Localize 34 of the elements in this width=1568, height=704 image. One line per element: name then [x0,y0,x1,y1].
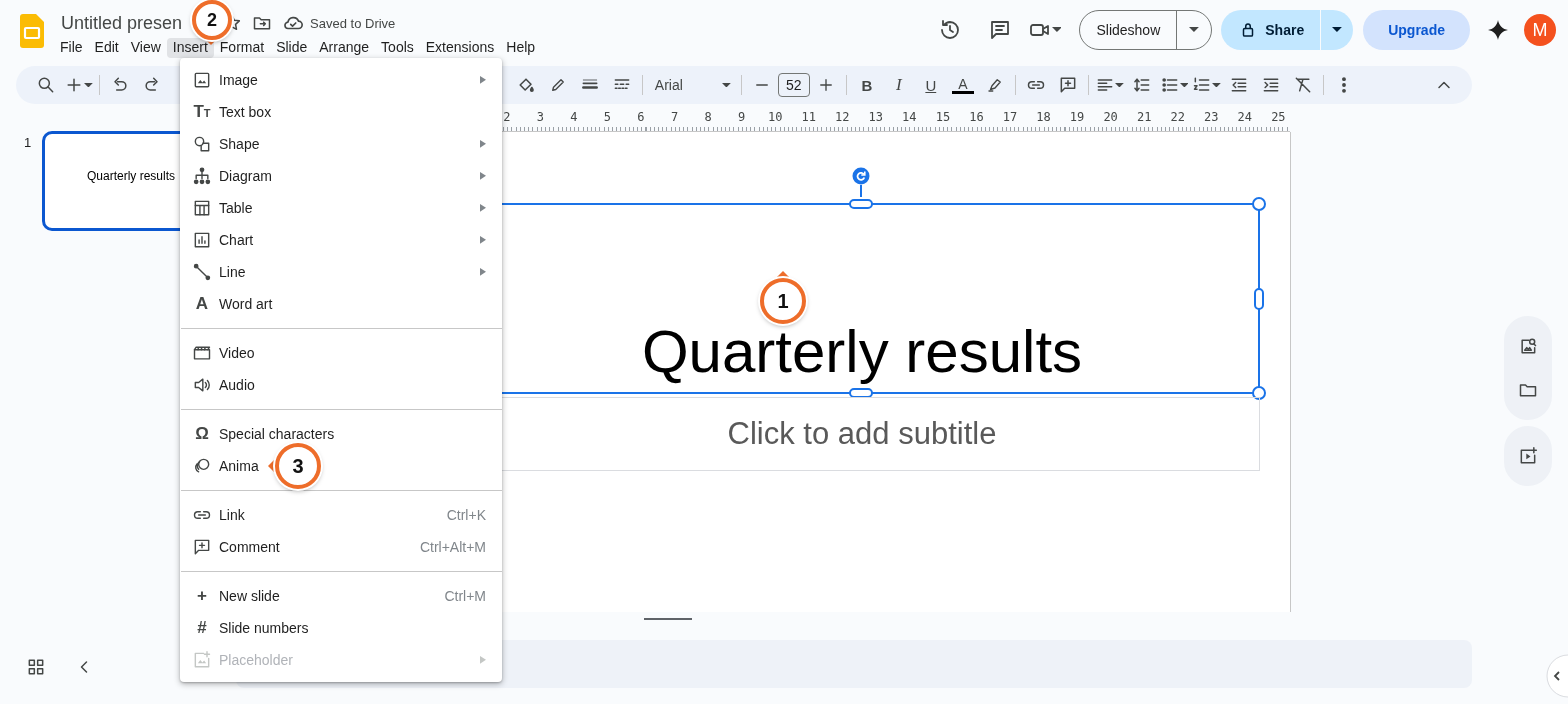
save-status: Saved to Drive [310,15,396,31]
ruler-number: 21 [1135,110,1153,124]
glyph-icon: A [195,294,209,314]
ruler-number: 9 [737,110,747,124]
ruler-number: 22 [1169,110,1186,124]
ruler-number: 11 [800,110,817,124]
shortcut-text: Ctrl+M [444,588,486,604]
ruler-number: 4 [569,110,579,124]
ruler-number: 5 [602,110,613,124]
ruler-number: 6 [636,110,646,124]
ruler-number: 13 [867,110,884,124]
ruler-number: 12 [834,110,851,124]
shortcut-text: Ctrl+Alt+M [419,539,486,555]
glyph-icon: + [197,586,207,606]
slide-number: 1 [24,135,33,150]
glyph-icon: # [197,618,207,638]
ruler-number: 18 [1035,110,1052,124]
glyph-icon: Ω [195,424,209,444]
ruler-number: 7 [669,110,680,124]
ruler-number: 17 [1001,110,1019,124]
ruler-number: 20 [1102,110,1119,124]
ruler-number: 23 [1203,110,1220,124]
ruler-number: 14 [901,110,918,124]
ruler-number: 24 [1236,110,1254,124]
ruler-number: 19 [1068,110,1086,124]
ruler-number: 16 [968,110,985,124]
ruler-number: 25 [1270,110,1287,124]
thumbnail-title: Quarterly results [87,169,175,183]
ruler-number: 3 [535,110,545,124]
ruler-number: 8 [703,110,713,124]
ruler-number: 15 [934,110,952,124]
ruler-number: 10 [766,110,784,124]
shortcut-text: Ctrl+K [446,507,486,523]
ruler-number: 2 [502,110,512,124]
